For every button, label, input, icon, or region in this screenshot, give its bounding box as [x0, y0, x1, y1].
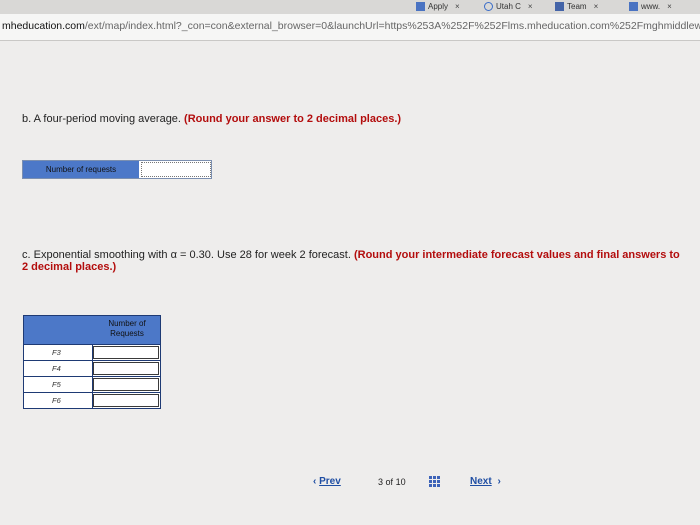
tab-favicon-icon	[629, 2, 638, 11]
tab-close-icon[interactable]: ×	[528, 0, 533, 13]
row-label: F6	[24, 393, 93, 408]
prev-button[interactable]: ‹ Prev	[313, 476, 341, 487]
tab-favicon-icon	[484, 2, 493, 11]
url-domain: mheducation.com	[2, 20, 85, 32]
tab-www[interactable]: www. ×	[625, 0, 676, 13]
f3-input[interactable]	[93, 346, 159, 359]
next-label: Next	[470, 476, 492, 487]
page-indicator: 3 of 10	[378, 477, 406, 487]
part-c-prompt: c. Exponential smoothing with α = 0.30. …	[22, 249, 351, 261]
part-b-prompt: b. A four-period moving average.	[22, 113, 181, 125]
page-of: of	[385, 477, 394, 487]
part-c-column-header: Number of Requests	[108, 319, 146, 338]
tab-team[interactable]: Team ×	[551, 0, 602, 13]
url-text[interactable]: mheducation.com/ext/map/index.html?_con=…	[2, 20, 700, 32]
table-row: F5	[24, 376, 160, 392]
chevron-right-icon: ›	[497, 476, 501, 487]
row-label: F3	[24, 345, 93, 360]
tab-label: www.	[641, 2, 661, 11]
part-c-table-header: Number of Requests	[24, 316, 160, 344]
tab-close-icon[interactable]: ×	[594, 0, 599, 13]
page-total: 10	[395, 477, 406, 487]
tab-label: Apply	[428, 2, 449, 11]
f6-input[interactable]	[93, 394, 159, 407]
tab-close-icon[interactable]: ×	[455, 0, 460, 13]
question-grid-icon[interactable]	[429, 476, 440, 487]
browser-tab-bar: Apply × Utah C × Team × www. ×	[0, 0, 700, 14]
part-c-question: c. Exponential smoothing with α = 0.30. …	[22, 249, 682, 273]
next-button[interactable]: Next ›	[470, 476, 501, 487]
tab-utah[interactable]: Utah C ×	[480, 0, 537, 13]
page-current: 3	[378, 477, 384, 487]
tab-label: Utah C	[496, 2, 521, 11]
part-b-instruction: (Round your answer to 2 decimal places.)	[184, 113, 402, 125]
part-c-table: Number of Requests F3 F4 F5 F6	[23, 315, 161, 409]
url-path: /ext/map/index.html?_con=con&external_br…	[84, 20, 700, 32]
f5-input[interactable]	[93, 378, 159, 391]
prev-label: Prev	[319, 476, 341, 487]
table-row: F6	[24, 392, 160, 408]
part-b-question: b. A four-period moving average. (Round …	[22, 113, 401, 125]
row-label: F5	[24, 377, 93, 392]
tab-close-icon[interactable]: ×	[667, 0, 672, 13]
tab-favicon-icon	[416, 2, 425, 11]
table-row: F3	[24, 344, 160, 360]
table-row: F4	[24, 360, 160, 376]
part-b-row-label: Number of requests	[23, 161, 139, 178]
row-label: F4	[24, 361, 93, 376]
part-b-answer-input[interactable]	[141, 162, 211, 177]
address-bar[interactable]: mheducation.com/ext/map/index.html?_con=…	[0, 14, 700, 41]
tab-apply[interactable]: Apply ×	[412, 0, 464, 13]
part-b-answer-row: Number of requests	[22, 160, 212, 179]
tab-label: Team	[567, 2, 587, 11]
f4-input[interactable]	[93, 362, 159, 375]
tab-favicon-icon	[555, 2, 564, 11]
chevron-left-icon: ‹	[313, 476, 317, 487]
